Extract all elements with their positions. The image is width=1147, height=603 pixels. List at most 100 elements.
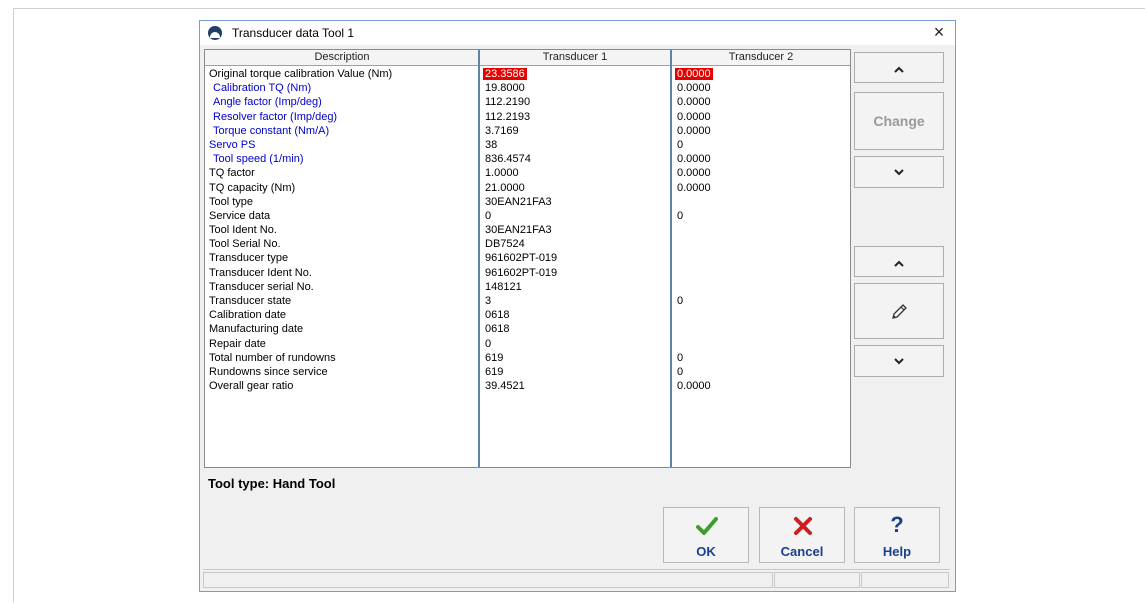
cell-description: Overall gear ratio <box>209 380 294 393</box>
cancel-button[interactable]: Cancel <box>759 507 845 563</box>
table-row[interactable]: Rundowns since service 619 0 <box>205 365 850 379</box>
table-row[interactable]: Tool Serial No. DB7524 <box>205 237 850 251</box>
table-row[interactable]: Transducer type 961602PT-019 <box>205 251 850 265</box>
cell-transducer-1[interactable]: 30EAN21FA3 <box>485 195 552 209</box>
cell-transducer-1[interactable]: 38 <box>485 138 497 152</box>
cell-transducer-1[interactable]: 30EAN21FA3 <box>485 223 552 237</box>
table-row[interactable]: Calibration TQ (Nm) 19.8000 0.0000 <box>205 81 850 95</box>
cell-transducer-1[interactable]: 0618 <box>485 322 509 336</box>
cell-transducer-1[interactable]: 0618 <box>485 308 509 322</box>
cell-transducer-1[interactable]: 112.2193 <box>485 110 530 124</box>
table-row[interactable]: Manufacturing date 0618 <box>205 322 850 336</box>
header-transducer-2[interactable]: Transducer 2 <box>671 51 851 63</box>
cell-description: Transducer serial No. <box>209 280 314 293</box>
chevron-up-icon <box>894 260 904 267</box>
cell-transducer-2[interactable]: 0.0000 <box>677 95 711 109</box>
cell-value: 30EAN21FA3 <box>485 224 552 237</box>
cell-value: 38 <box>485 138 498 151</box>
app-logo-icon <box>208 26 222 40</box>
cell-value: 39.4521 <box>485 380 525 393</box>
cell-transducer-2[interactable]: 0.0000 <box>677 152 711 166</box>
cell-description: Transducer state <box>209 295 292 307</box>
table-row[interactable]: Overall gear ratio 39.4521 0.0000 <box>205 379 850 393</box>
table-row[interactable]: Service data 0 0 <box>205 209 850 223</box>
cell-value: 961602PT-019 <box>485 266 558 279</box>
cell-transducer-1[interactable]: 619 <box>485 351 503 365</box>
cell-transducer-1[interactable]: 836.4574 <box>485 152 531 166</box>
table-row[interactable]: Original torque calibration Value (Nm) 23… <box>205 67 850 81</box>
cell-description: TQ capacity (Nm) <box>209 181 296 194</box>
change-button[interactable]: Change <box>854 92 944 150</box>
cell-value: 619 <box>485 351 504 364</box>
cell-transducer-1[interactable]: 148121 <box>485 280 522 294</box>
status-panel-2 <box>774 572 860 588</box>
table-header: Description Transducer 1 Transducer 2 <box>205 50 850 66</box>
cell-value: 0 <box>677 295 684 307</box>
cell-transducer-1[interactable]: 23.3586 <box>483 67 527 81</box>
cell-transducer-1[interactable]: 619 <box>485 365 503 379</box>
table-row[interactable]: TQ capacity (Nm) 21.0000 0.0000 <box>205 181 850 195</box>
cell-transducer-2[interactable]: 0 <box>677 209 683 223</box>
cell-description: Calibration TQ (Nm) <box>213 82 312 95</box>
cell-transducer-2[interactable]: 0.0000 <box>677 181 711 195</box>
cell-value: 112.2190 <box>485 96 531 109</box>
scroll-up-button[interactable] <box>854 52 944 83</box>
cell-value: 0.0000 <box>677 124 711 137</box>
cell-transducer-2[interactable]: 0.0000 <box>677 166 711 180</box>
cell-transducer-2[interactable]: 0.0000 <box>677 110 711 124</box>
transducer-table: Description Transducer 1 Transducer 2 Or… <box>204 49 851 468</box>
table-row[interactable]: Calibration date 0618 <box>205 308 850 322</box>
cell-transducer-2[interactable]: 0 <box>677 294 683 308</box>
cell-transducer-2[interactable]: 0 <box>677 365 683 379</box>
cell-transducer-1[interactable]: 21.0000 <box>485 181 525 195</box>
cell-transducer-1[interactable]: 3 <box>485 294 491 308</box>
ok-button[interactable]: OK <box>663 507 749 563</box>
table-row[interactable]: Transducer Ident No. 961602PT-019 <box>205 266 850 280</box>
cell-transducer-2[interactable]: 0.0000 <box>677 124 711 138</box>
cell-value: 0.0000 <box>677 82 711 95</box>
cell-transducer-1[interactable]: 0 <box>485 209 491 223</box>
edit-button[interactable] <box>854 283 944 339</box>
cell-transducer-1[interactable]: 19.8000 <box>485 81 525 95</box>
cell-transducer-1[interactable]: 39.4521 <box>485 379 525 393</box>
cell-transducer-1[interactable]: 961602PT-019 <box>485 266 557 280</box>
cell-description: Manufacturing date <box>209 323 304 336</box>
table-row[interactable]: Resolver factor (Imp/deg) 112.2193 0.0000 <box>205 110 850 124</box>
cell-value: 961602PT-019 <box>485 252 558 265</box>
cell-transducer-2[interactable]: 0.0000 <box>677 379 711 393</box>
help-button[interactable]: ? Help <box>854 507 940 563</box>
table-row[interactable]: Torque constant (Nm/A) 3.7169 0.0000 <box>205 124 850 138</box>
table-row[interactable]: Transducer state 3 0 <box>205 294 850 308</box>
cell-description: TQ factor <box>209 167 255 180</box>
table-row[interactable]: Angle factor (Imp/deg) 112.2190 0.0000 <box>205 95 850 109</box>
cell-transducer-1[interactable]: 1.0000 <box>485 166 519 180</box>
move-down-button[interactable] <box>854 345 944 377</box>
move-up-button[interactable] <box>854 246 944 277</box>
header-description[interactable]: Description <box>205 51 479 63</box>
status-panel-3 <box>861 572 949 588</box>
table-row[interactable]: Servo PS 38 0 <box>205 138 850 152</box>
close-button[interactable]: × <box>929 22 949 42</box>
cell-transducer-2[interactable]: 0.0000 <box>675 67 713 81</box>
table-row[interactable]: TQ factor 1.0000 0.0000 <box>205 166 850 180</box>
cell-transducer-1[interactable]: 0 <box>485 337 491 351</box>
table-row[interactable]: Total number of rundowns 619 0 <box>205 351 850 365</box>
cell-transducer-1[interactable]: DB7524 <box>485 237 525 251</box>
cell-value: 0618 <box>485 323 510 336</box>
header-transducer-1[interactable]: Transducer 1 <box>479 51 671 63</box>
cell-value: 21.0000 <box>485 181 525 194</box>
scroll-down-button[interactable] <box>854 156 944 188</box>
cell-transducer-1[interactable]: 3.7169 <box>485 124 519 138</box>
cell-transducer-2[interactable]: 0 <box>677 138 683 152</box>
table-row[interactable]: Tool speed (1/min) 836.4574 0.0000 <box>205 152 850 166</box>
cell-description: Repair date <box>209 337 266 350</box>
table-row[interactable]: Repair date 0 <box>205 337 850 351</box>
cell-transducer-2[interactable]: 0.0000 <box>677 81 711 95</box>
table-row[interactable]: Tool Ident No. 30EAN21FA3 <box>205 223 850 237</box>
cell-transducer-2[interactable]: 0 <box>677 351 683 365</box>
cell-transducer-1[interactable]: 961602PT-019 <box>485 251 557 265</box>
table-row[interactable]: Tool type 30EAN21FA3 <box>205 195 850 209</box>
window-title: Transducer data Tool 1 <box>232 26 355 40</box>
cell-transducer-1[interactable]: 112.2190 <box>485 95 530 109</box>
table-row[interactable]: Transducer serial No. 148121 <box>205 280 850 294</box>
